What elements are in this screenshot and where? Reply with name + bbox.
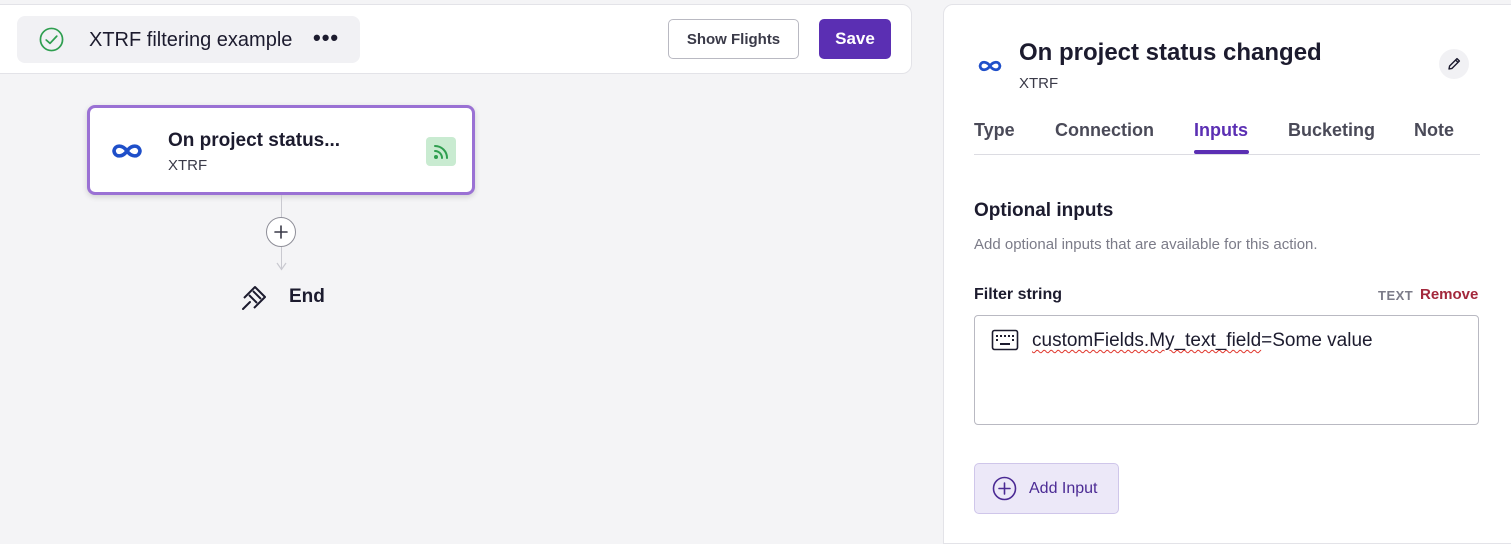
- tab-type[interactable]: Type: [974, 120, 1015, 141]
- workflow-canvas: XTRF filtering example ••• Show Flights …: [0, 0, 1511, 544]
- optional-inputs-description: Add optional inputs that are available f…: [974, 236, 1318, 253]
- arrow-down-icon: [276, 262, 287, 271]
- tab-bucketing[interactable]: Bucketing: [1288, 120, 1375, 141]
- panel-title: On project status changed: [1019, 39, 1322, 66]
- filter-string-value: customFields.My_text_field=Some value: [1032, 330, 1373, 352]
- panel-app: XTRF: [1019, 75, 1059, 92]
- add-input-label: Add Input: [1029, 479, 1098, 497]
- rss-badge: [426, 137, 456, 166]
- filter-string-input[interactable]: customFields.My_text_field=Some value: [974, 315, 1479, 425]
- end-flag-icon: [242, 286, 266, 310]
- trigger-node[interactable]: On project status... XTRF: [87, 105, 475, 195]
- plus-circle-icon: [992, 476, 1017, 501]
- workflow-name-pill[interactable]: XTRF filtering example •••: [17, 16, 360, 63]
- show-flights-button[interactable]: Show Flights: [668, 19, 799, 59]
- add-input-button[interactable]: Add Input: [974, 463, 1119, 514]
- workflow-name: XTRF filtering example: [89, 29, 293, 51]
- xtrf-logo-icon: [112, 144, 142, 158]
- more-icon[interactable]: •••: [313, 26, 339, 50]
- filter-string-label: Filter string: [974, 286, 1063, 303]
- trigger-node-title: On project status...: [168, 130, 341, 151]
- field-type-badge: TEXT: [1378, 288, 1414, 303]
- panel-tabs: Type Connection Inputs Bucketing Note: [974, 111, 1480, 155]
- xtrf-logo-icon: [978, 60, 1002, 72]
- tab-note[interactable]: Note: [1414, 120, 1454, 141]
- remove-input-button[interactable]: Remove: [1420, 286, 1478, 303]
- save-button[interactable]: Save: [819, 19, 891, 59]
- plus-icon: [274, 225, 288, 239]
- add-step-button[interactable]: [266, 217, 296, 247]
- pencil-icon: [1448, 57, 1461, 70]
- check-circle-icon: [39, 27, 64, 52]
- tab-connection[interactable]: Connection: [1055, 120, 1154, 141]
- filter-string-value-key: customFields.My_text_field: [1032, 330, 1262, 351]
- optional-inputs-title: Optional inputs: [974, 200, 1114, 221]
- step-config-panel: On project status changed XTRF Type Conn…: [943, 4, 1511, 544]
- rss-icon: [434, 144, 448, 159]
- trigger-node-app: XTRF: [168, 157, 208, 174]
- workflow-toolbar: XTRF filtering example ••• Show Flights …: [0, 4, 912, 74]
- active-tab-indicator: [1194, 150, 1249, 154]
- edit-title-button[interactable]: [1439, 49, 1469, 79]
- end-label: End: [289, 286, 325, 307]
- filter-string-value-rest: =Some value: [1261, 330, 1373, 351]
- keyboard-icon: [991, 329, 1019, 351]
- tab-inputs[interactable]: Inputs: [1194, 120, 1248, 141]
